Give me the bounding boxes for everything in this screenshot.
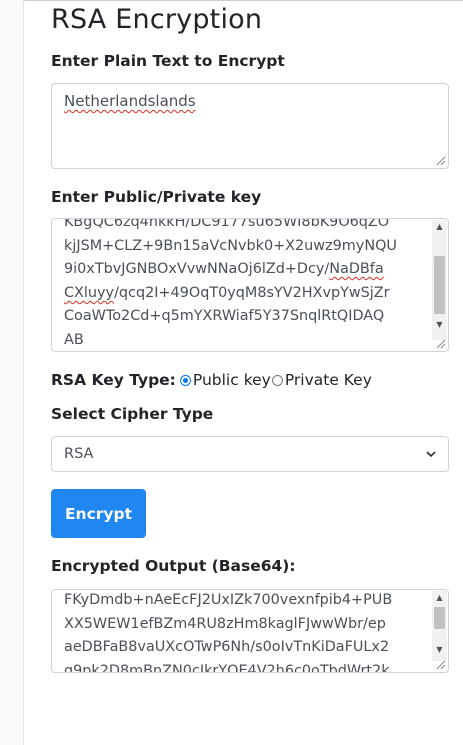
cipher-select[interactable]: RSA (51, 436, 449, 472)
output-line: FKyDmdb+nAeEcFJ2UxIZk700vexnfpib4+PUB (64, 592, 393, 608)
key-scroll-thumb[interactable] (434, 256, 445, 314)
output-text: FKyDmdb+nAeEcFJ2UxIZk700vexnfpib4+PUB XX… (64, 590, 434, 673)
key-line: kjJSM+CLZ+9Bn15aVcNvbk0+X2uwz9myNQU (64, 237, 397, 254)
scroll-up-icon[interactable]: ▲ (432, 591, 447, 605)
resize-grip-icon[interactable] (434, 337, 446, 349)
output-scroll-thumb[interactable] (434, 607, 445, 629)
key-line: CoaWTo2Cd+q5mYXRWiaf5Y37SnqlRtQIDAQ (64, 308, 385, 325)
output-line: XX5WEW1efBZm4RU8zHm8kaglFJwwWbr/ep (64, 615, 386, 632)
output-line: aeDBFaB8vaUXcOTwP6Nh/s0oIvTnKiDaFULx2 (64, 639, 390, 656)
output-line: q9pk2D8mBnZN0cJkrYQE4V2h6c0oTbdWrt2k (64, 662, 390, 673)
key-line: 9i0xTbvJGNBOxVvwNNaOj6lZd+Dcy/NaDBfa (64, 261, 384, 278)
output-scrollbar[interactable]: ▲ ▼ (432, 591, 447, 661)
output-textarea[interactable]: FKyDmdb+nAeEcFJ2UxIZk700vexnfpib4+PUB XX… (51, 589, 449, 673)
key-line: KBgQC6zq4hkkH/DC9177su65WI8bK9O6qZO (64, 218, 390, 230)
cipher-label: Select Cipher Type (51, 405, 214, 423)
chevron-down-icon (426, 451, 436, 458)
plain-text-input[interactable]: Netherlandslands (51, 83, 449, 169)
key-line: AB (64, 331, 84, 348)
key-label: Enter Public/Private key (51, 188, 262, 206)
key-line: CXluyy/qcq2I+49OqT0yqM8sYV2HXvpYwSjZr (64, 284, 390, 301)
cipher-value: RSA (64, 446, 94, 462)
plain-text-value: Netherlandslands (64, 92, 196, 110)
key-textarea[interactable]: KBgQC6zq4hkkH/DC9177su65WI8bK9O6qZO kjJS… (51, 218, 449, 352)
resize-grip-icon[interactable] (434, 658, 446, 670)
resize-grip-icon[interactable] (434, 154, 446, 166)
private-key-radio[interactable] (271, 374, 283, 386)
output-label: Encrypted Output (Base64): (51, 557, 296, 575)
scroll-up-icon[interactable]: ▲ (432, 220, 447, 234)
key-text: KBgQC6zq4hkkH/DC9177su65WI8bK9O6qZO kjJS… (64, 218, 432, 351)
scroll-down-icon[interactable]: ▼ (432, 318, 447, 332)
scroll-down-icon[interactable]: ▼ (432, 643, 447, 657)
public-key-label[interactable]: Public key (193, 371, 271, 389)
top-divider (23, 0, 463, 1)
public-key-radio[interactable] (179, 374, 191, 386)
key-type-group: RSA Key Type: Public key Private Key (51, 371, 372, 389)
page-title: RSA Encryption (51, 4, 263, 35)
encrypt-button[interactable]: Encrypt (51, 489, 146, 538)
private-key-label[interactable]: Private Key (285, 371, 372, 389)
key-type-label: RSA Key Type: (51, 371, 176, 389)
key-scrollbar[interactable]: ▲ ▼ (432, 220, 447, 340)
plain-text-label: Enter Plain Text to Encrypt (51, 52, 285, 70)
